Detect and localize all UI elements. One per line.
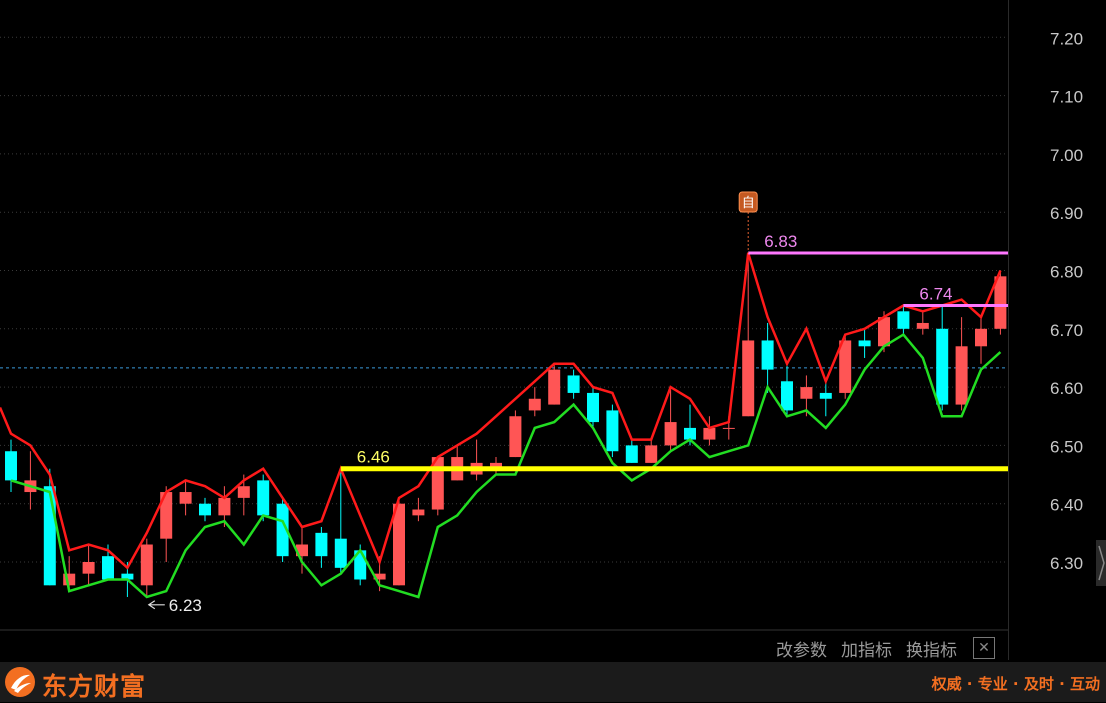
candle-body (645, 445, 658, 463)
y-tick-label: 6.70 (1050, 321, 1083, 340)
y-tick-label: 6.40 (1050, 496, 1083, 515)
candle-body (742, 340, 755, 417)
candle-body (975, 328, 987, 347)
candle-body (878, 317, 890, 347)
candle-body (916, 322, 929, 329)
candle-body (567, 375, 580, 393)
candle-body (237, 486, 250, 498)
low-arrow-icon (147, 600, 165, 610)
candle-body (839, 340, 852, 393)
indicator-toolbar: 改参数 加指标 换指标 ✕ (776, 634, 995, 662)
candle-body (82, 562, 95, 574)
candle-body (858, 340, 871, 347)
candle-body (5, 451, 17, 481)
upper-band-line (0, 252, 1002, 570)
candle-body (140, 544, 153, 586)
y-axis-separator (1008, 0, 1009, 660)
y-tick-label: 7.20 (1050, 29, 1083, 48)
candle-body (199, 503, 211, 516)
level-label: 6.83 (764, 232, 797, 251)
candle-body (955, 346, 968, 405)
candle-body (819, 392, 832, 399)
candle-body (218, 497, 231, 516)
marker-label: 自 (742, 196, 755, 211)
low-price-label: 6.23 (169, 596, 202, 615)
candle-body (587, 392, 599, 423)
change-params-button[interactable]: 改参数 (776, 636, 827, 661)
candle-body (761, 340, 774, 370)
candle-body (994, 276, 1007, 329)
y-tick-label: 7.10 (1050, 88, 1083, 107)
y-tick-label: 6.30 (1050, 554, 1083, 573)
candle-body (43, 486, 56, 586)
y-tick-label: 6.80 (1050, 263, 1083, 282)
brand-logo-icon (5, 667, 35, 697)
candle-body (684, 427, 696, 440)
brand-slogan: 权威 · 专业 · 及时 · 互动 (931, 675, 1100, 693)
y-tick-label: 6.50 (1050, 437, 1083, 456)
candle-body (102, 556, 114, 580)
candle-body (179, 492, 192, 504)
candle-body (606, 410, 619, 452)
y-tick-label: 7.00 (1050, 146, 1083, 165)
candle-body (897, 311, 910, 329)
y-tick-label: 6.60 (1050, 379, 1083, 398)
candle-body (800, 387, 813, 399)
brand-name: 东方财富 (42, 672, 147, 701)
level-label: 6.46 (357, 448, 390, 467)
close-icon[interactable]: ✕ (973, 637, 995, 659)
candlestick-chart: 7.20 7.10 7.00 6.90 6.80 6.70 6.60 6.50 6.40 6.30… (0, 29, 1083, 631)
y-tick-label: 6.90 (1050, 204, 1083, 223)
level-label: 6.74 (919, 284, 952, 303)
footer-bar: 东方财富 权威 · 专业 · 及时 · 互动 (0, 662, 1106, 702)
candle-body (334, 538, 347, 568)
candle-body (528, 398, 541, 411)
lower-band-line (10, 332, 1002, 599)
candle-body (664, 422, 677, 446)
switch-indicator-button[interactable]: 换指标 (906, 636, 957, 661)
candle-body (412, 509, 425, 516)
candle-body (722, 427, 735, 429)
candle-body (703, 427, 716, 440)
scroll-right-handle-icon[interactable] (1096, 540, 1106, 586)
candle-body (548, 369, 561, 405)
candle-body (257, 480, 270, 516)
add-indicator-button[interactable]: 加指标 (841, 636, 892, 661)
candle-body (625, 445, 638, 463)
candle-body (781, 381, 793, 411)
candle-body (936, 328, 949, 405)
candle-body (315, 532, 328, 557)
candle-body (509, 416, 522, 458)
